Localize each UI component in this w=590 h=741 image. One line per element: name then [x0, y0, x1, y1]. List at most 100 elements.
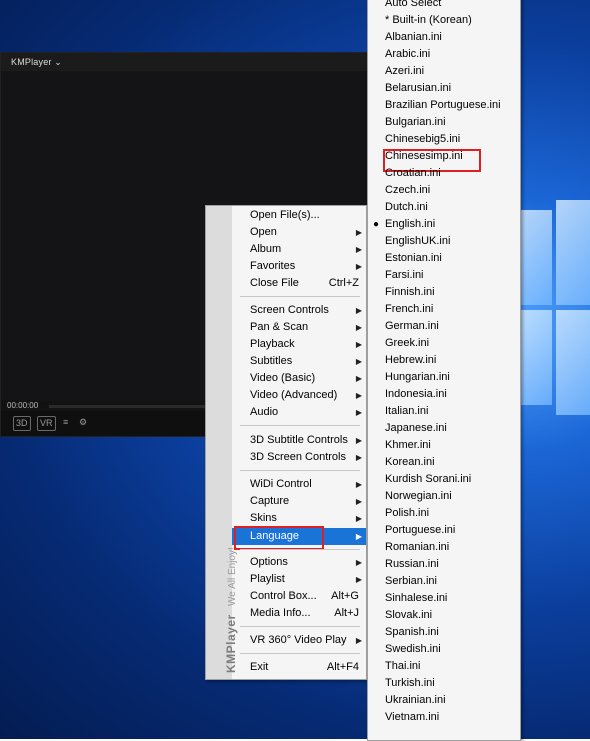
language-item-english[interactable]: ● English.ini: [368, 216, 518, 233]
language-item-built-in-korean[interactable]: * Built-in (Korean): [368, 12, 518, 29]
language-item-hebrew[interactable]: Hebrew.ini: [368, 352, 518, 369]
menu-item-video-advanced[interactable]: Video (Advanced) ▶: [232, 387, 366, 404]
menu-item-favorites[interactable]: Favorites ▶: [232, 258, 366, 275]
language-item-swedish[interactable]: Swedish.ini: [368, 641, 518, 658]
window-title[interactable]: KMPlayer ⌄: [1, 53, 369, 71]
language-item-norwegian[interactable]: Norwegian.ini: [368, 488, 518, 505]
submenu-arrow-icon: ▶: [355, 228, 362, 237]
language-item-croatian[interactable]: Croatian.ini: [368, 165, 518, 182]
submenu-arrow-icon: ▶: [355, 497, 362, 506]
language-item-serbian[interactable]: Serbian.ini: [368, 573, 518, 590]
menu-item-control-box[interactable]: Control Box... Alt+G: [232, 588, 366, 605]
submenu-arrow-icon: ▶: [355, 245, 362, 254]
submenu-arrow-icon: ▶: [355, 262, 362, 271]
menu-item-3d-screen-controls[interactable]: 3D Screen Controls ▶: [232, 449, 366, 466]
menu-item-capture[interactable]: Capture ▶: [232, 493, 366, 510]
language-item-finnish[interactable]: Finnish.ini: [368, 284, 518, 301]
submenu-arrow-icon: ▶: [355, 408, 362, 417]
language-item-ukrainian[interactable]: Ukrainian.ini: [368, 692, 518, 709]
windows-logo: [520, 200, 590, 415]
language-item-slovak[interactable]: Slovak.ini: [368, 607, 518, 624]
language-item-indonesia[interactable]: Indonesia.ini: [368, 386, 518, 403]
language-item-hungarian[interactable]: Hungarian.ini: [368, 369, 518, 386]
menu-item-pan-scan[interactable]: Pan & Scan ▶: [232, 319, 366, 336]
menu-item-widi-control[interactable]: WiDi Control ▶: [232, 476, 366, 493]
menu-item-subtitles[interactable]: Subtitles ▶: [232, 353, 366, 370]
menu-item-exit[interactable]: Exit Alt+F4: [232, 659, 366, 676]
settings-icon[interactable]: ⚙: [77, 416, 89, 429]
menu-brand-strip: KMPlayer We All Enjoy!: [206, 206, 238, 679]
menu-item-vr-360-video-play[interactable]: VR 360° Video Play ▶: [232, 632, 366, 649]
submenu-arrow-icon: ▶: [355, 391, 362, 400]
submenu-arrow-icon: ▶: [355, 306, 362, 315]
language-item-farsi[interactable]: Farsi.ini: [368, 267, 518, 284]
language-submenu: Auto Select * Built-in (Korean) Albanian…: [367, 0, 521, 741]
menu-separator: [240, 296, 360, 297]
playlist-icon[interactable]: ≡: [61, 416, 70, 429]
menu-item-media-info[interactable]: Media Info... Alt+J: [232, 605, 366, 622]
menu-item-options[interactable]: Options ▶: [232, 554, 366, 571]
language-item-dutch[interactable]: Dutch.ini: [368, 199, 518, 216]
time-display: 00:00:00: [7, 401, 39, 410]
language-item-french[interactable]: French.ini: [368, 301, 518, 318]
menu-item-playlist[interactable]: Playlist ▶: [232, 571, 366, 588]
language-item-auto-select[interactable]: Auto Select: [368, 0, 518, 12]
menu-item-3d-subtitle-controls[interactable]: 3D Subtitle Controls ▶: [232, 432, 366, 449]
submenu-arrow-icon: ▶: [355, 453, 362, 462]
language-item-german[interactable]: German.ini: [368, 318, 518, 335]
menu-separator: [240, 653, 360, 654]
language-item-chinesesimp[interactable]: Chinesesimp.ini: [368, 148, 518, 165]
language-item-korean[interactable]: Korean.ini: [368, 454, 518, 471]
menu-separator: [240, 626, 360, 627]
submenu-arrow-icon: ▶: [355, 323, 362, 332]
language-item-chinesebig5[interactable]: Chinesebig5.ini: [368, 131, 518, 148]
language-item-sinhalese[interactable]: Sinhalese.ini: [368, 590, 518, 607]
language-item-arabic[interactable]: Arabic.ini: [368, 46, 518, 63]
language-item-vietnam[interactable]: Vietnam.ini: [368, 709, 518, 726]
menu-item-audio[interactable]: Audio ▶: [232, 404, 366, 421]
submenu-arrow-icon: ▶: [355, 514, 362, 523]
menu-item-open[interactable]: Open ▶: [232, 224, 366, 241]
radio-check-icon: ●: [373, 219, 380, 230]
vr-button[interactable]: VR: [37, 416, 56, 431]
language-item-spanish[interactable]: Spanish.ini: [368, 624, 518, 641]
menu-item-video-basic[interactable]: Video (Basic) ▶: [232, 370, 366, 387]
language-item-portuguese[interactable]: Portuguese.ini: [368, 522, 518, 539]
context-menu: KMPlayer We All Enjoy! Open File(s)... O…: [205, 205, 367, 680]
menu-item-skins[interactable]: Skins ▶: [232, 510, 366, 527]
language-item-azeri[interactable]: Azeri.ini: [368, 63, 518, 80]
menu-item-screen-controls[interactable]: Screen Controls ▶: [232, 302, 366, 319]
language-item-albanian[interactable]: Albanian.ini: [368, 29, 518, 46]
menu-item-close-file[interactable]: Close File Ctrl+Z: [232, 275, 366, 292]
language-item-romanian[interactable]: Romanian.ini: [368, 539, 518, 556]
3d-button[interactable]: 3D: [13, 416, 31, 431]
language-item-japanese[interactable]: Japanese.ini: [368, 420, 518, 437]
language-item-polish[interactable]: Polish.ini: [368, 505, 518, 522]
language-item-thai[interactable]: Thai.ini: [368, 658, 518, 675]
submenu-arrow-icon: ▶: [355, 636, 362, 645]
language-item-englishuk[interactable]: EnglishUK.ini: [368, 233, 518, 250]
language-item-russian[interactable]: Russian.ini: [368, 556, 518, 573]
menu-item-language[interactable]: Language ▶: [232, 528, 366, 545]
submenu-arrow-icon: ▶: [355, 480, 362, 489]
language-item-kurdish-sorani[interactable]: Kurdish Sorani.ini: [368, 471, 518, 488]
language-item-khmer[interactable]: Khmer.ini: [368, 437, 518, 454]
submenu-arrow-icon: ▶: [355, 357, 362, 366]
submenu-arrow-icon: ▶: [355, 374, 362, 383]
submenu-arrow-icon: ▶: [355, 436, 362, 445]
menu-item-playback[interactable]: Playback ▶: [232, 336, 366, 353]
menu-item-album[interactable]: Album ▶: [232, 241, 366, 258]
language-item-italian[interactable]: Italian.ini: [368, 403, 518, 420]
language-item-czech[interactable]: Czech.ini: [368, 182, 518, 199]
menu-separator: [240, 549, 360, 550]
menu-item-open-files[interactable]: Open File(s)...: [232, 207, 366, 224]
language-item-belarusian[interactable]: Belarusian.ini: [368, 80, 518, 97]
menu-separator: [240, 470, 360, 471]
language-item-turkish[interactable]: Turkish.ini: [368, 675, 518, 692]
menu-separator: [240, 425, 360, 426]
submenu-arrow-icon: ▶: [355, 340, 362, 349]
language-item-greek[interactable]: Greek.ini: [368, 335, 518, 352]
language-item-estonian[interactable]: Estonian.ini: [368, 250, 518, 267]
language-item-brazilian-portuguese[interactable]: Brazilian Portuguese.ini: [368, 97, 518, 114]
language-item-bulgarian[interactable]: Bulgarian.ini: [368, 114, 518, 131]
